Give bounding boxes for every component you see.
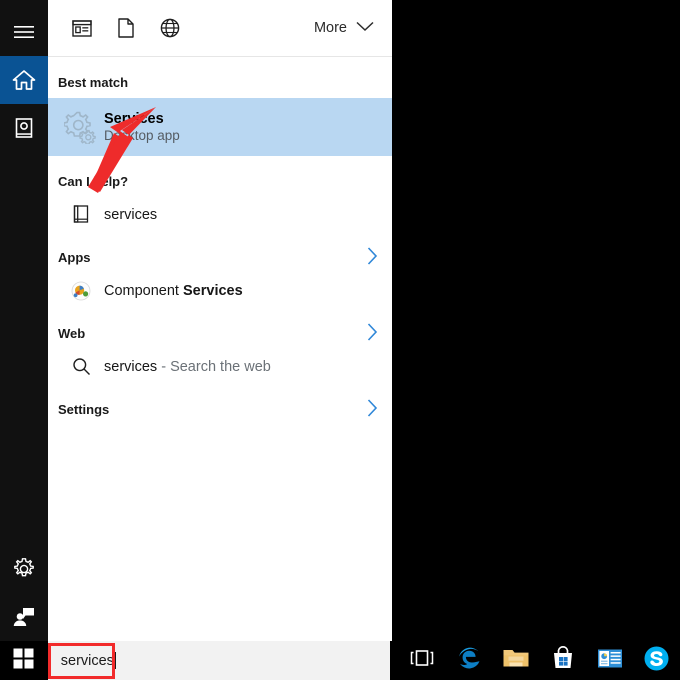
chevron-right-icon[interactable] bbox=[367, 322, 378, 344]
group-header-label: Settings bbox=[58, 401, 110, 417]
result-row-web-search[interactable]: services - Search the web bbox=[48, 349, 392, 384]
skype-button[interactable] bbox=[633, 641, 680, 680]
chevron-right-icon[interactable] bbox=[367, 398, 378, 420]
search-icon bbox=[58, 357, 104, 376]
result-label-suffix: - Search the web bbox=[157, 358, 271, 375]
start-button[interactable] bbox=[0, 641, 48, 680]
chevron-down-icon bbox=[356, 19, 374, 37]
taskbar-pinned-icons bbox=[398, 641, 680, 680]
feedback-icon bbox=[12, 606, 36, 628]
results-column: More Best match Services Desktop app Can… bbox=[48, 0, 392, 641]
taskbar: services bbox=[0, 641, 680, 680]
microsoft-store-icon bbox=[550, 645, 576, 676]
mail-calendar-icon bbox=[597, 648, 623, 674]
best-match-title: Services bbox=[104, 111, 164, 127]
windows-start-icon bbox=[13, 648, 34, 674]
group-header-label: Best match bbox=[58, 74, 129, 90]
best-match-subtitle: Desktop app bbox=[104, 128, 180, 143]
result-row-cortana-services[interactable]: services bbox=[48, 197, 392, 232]
group-header-apps[interactable]: Apps bbox=[48, 241, 392, 273]
skype-icon bbox=[643, 645, 670, 677]
edge-browser-button[interactable] bbox=[445, 641, 492, 680]
group-header-web[interactable]: Web bbox=[48, 317, 392, 349]
taskbar-search-input[interactable]: services bbox=[48, 653, 114, 669]
hamburger-icon bbox=[13, 24, 35, 40]
notebook-icon bbox=[14, 117, 34, 139]
group-header-settings[interactable]: Settings bbox=[48, 393, 392, 425]
rail-item-settings[interactable] bbox=[0, 545, 48, 593]
group-header-best-match: Best match bbox=[48, 66, 392, 98]
more-button[interactable]: More bbox=[314, 19, 378, 37]
documents-filter-icon[interactable] bbox=[104, 8, 148, 48]
group-header-label: Web bbox=[58, 325, 86, 341]
file-explorer-icon bbox=[502, 646, 530, 675]
edge-browser-icon bbox=[455, 644, 483, 677]
rail-item-notebook[interactable] bbox=[0, 104, 48, 152]
result-label-plain: Component bbox=[104, 282, 183, 299]
web-filter-icon[interactable] bbox=[148, 8, 192, 48]
notebook-icon bbox=[58, 205, 104, 224]
more-label: More bbox=[313, 20, 347, 36]
task-view-icon bbox=[409, 649, 435, 672]
group-header-label: Apps bbox=[58, 249, 91, 265]
text-caret bbox=[114, 652, 116, 669]
task-view-button[interactable] bbox=[398, 641, 445, 680]
apps-filter-icon[interactable] bbox=[60, 8, 104, 48]
start-search-flyout: More Best match Services Desktop app Can… bbox=[0, 0, 392, 641]
result-best-match-services[interactable]: Services Desktop app bbox=[48, 98, 392, 156]
gear-icon bbox=[12, 557, 36, 581]
result-label: Component Services bbox=[104, 283, 243, 299]
component-services-icon bbox=[58, 281, 104, 301]
filter-toolbar: More bbox=[48, 0, 392, 57]
result-label-query: services bbox=[104, 358, 158, 375]
taskbar-search-box[interactable]: services bbox=[47, 641, 390, 680]
mail-calendar-button[interactable] bbox=[586, 641, 633, 680]
rail-item-feedback[interactable] bbox=[0, 593, 48, 641]
group-header-label: Can I help? bbox=[58, 173, 129, 189]
file-explorer-button[interactable] bbox=[492, 641, 539, 680]
group-header-can-i-help: Can I help? bbox=[48, 165, 392, 197]
microsoft-store-button[interactable] bbox=[539, 641, 586, 680]
home-icon bbox=[12, 69, 36, 91]
result-label: services bbox=[104, 206, 158, 223]
result-row-component-services[interactable]: Component Services bbox=[48, 273, 392, 308]
rail-item-menu[interactable] bbox=[0, 8, 48, 56]
result-label-bold: Services bbox=[183, 282, 243, 299]
rail-item-home[interactable] bbox=[0, 56, 48, 104]
services-gear-icon bbox=[58, 110, 104, 144]
result-label: services - Search the web bbox=[104, 359, 271, 375]
left-rail bbox=[0, 0, 48, 641]
chevron-right-icon[interactable] bbox=[367, 246, 378, 268]
